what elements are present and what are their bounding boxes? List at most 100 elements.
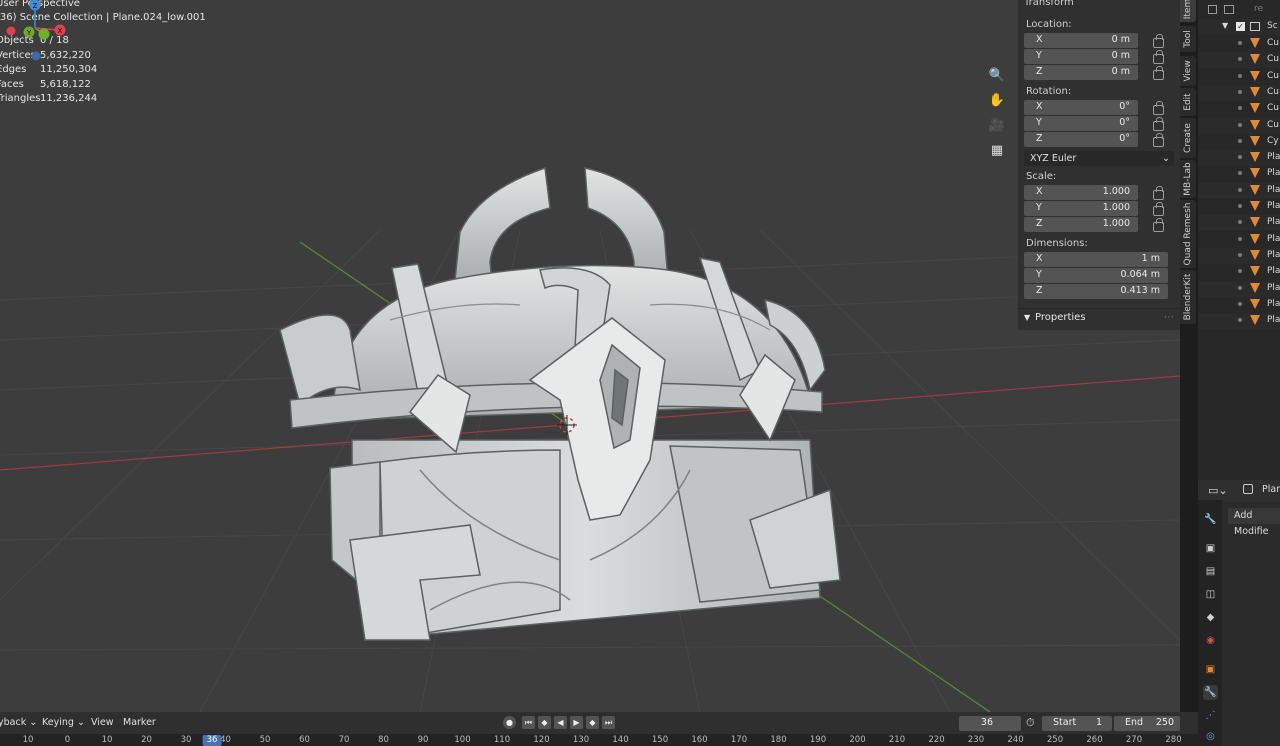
modifier-wrench-icon[interactable]: 🔧	[1203, 685, 1218, 700]
checkbox-icon[interactable]	[1208, 5, 1217, 14]
physics-icon[interactable]: ◎	[1203, 729, 1218, 744]
playhead-frame-indicator[interactable]: 36	[202, 735, 222, 746]
rotation-z-field[interactable]: Z 0°	[1024, 132, 1138, 147]
tab-view[interactable]: View	[1180, 56, 1196, 86]
rotation-mode-select[interactable]: XYZ Euler ⌄	[1024, 151, 1174, 166]
outliner-object-row[interactable]: Cu	[1198, 101, 1280, 117]
tab-blenderkit[interactable]: BlenderKit	[1180, 270, 1196, 324]
object-properties-icon[interactable]: ▣	[1203, 662, 1218, 677]
transform-section-title[interactable]: Transform	[1024, 0, 1074, 8]
outliner-row-scene-collection[interactable]: ▼ ✓ Sc	[1198, 19, 1280, 35]
play-icon[interactable]: ▶	[570, 716, 583, 729]
lock-icon[interactable]	[1153, 34, 1164, 48]
render-icon[interactable]: ▣	[1203, 541, 1218, 556]
dimensions-x-field[interactable]: X1 m	[1024, 252, 1168, 267]
pan-hand-icon[interactable]: ✋	[986, 89, 1008, 111]
view-layer-icon[interactable]: ◫	[1203, 587, 1218, 602]
outliner-object-row[interactable]: Cu	[1198, 84, 1280, 101]
scale-x-field[interactable]: X 1.000	[1024, 185, 1138, 200]
current-frame-field[interactable]: 36	[959, 716, 1021, 731]
mesh-object-icon	[1250, 315, 1260, 326]
outliner-object-row[interactable]: Cu	[1198, 52, 1280, 69]
lock-icon[interactable]	[1153, 101, 1164, 115]
location-x-field[interactable]: X0 m	[1024, 33, 1138, 48]
3d-viewport[interactable]: User Perspective (36) Scene Collection |…	[0, 0, 1180, 712]
dimensions-z-field[interactable]: Z 0.413 m	[1024, 284, 1168, 299]
outliner-object-row[interactable]: Pla	[1198, 182, 1280, 199]
add-modifier-button[interactable]: Add Modifie	[1228, 508, 1280, 537]
jump-end-icon[interactable]: ⏭	[602, 716, 615, 729]
outliner-object-row[interactable]: Pla	[1198, 280, 1280, 297]
lock-icon[interactable]	[1153, 66, 1164, 80]
outliner-row[interactable]: re	[1198, 2, 1280, 18]
lock-icon[interactable]	[1153, 186, 1164, 200]
outliner-object-row[interactable]: Cu	[1198, 69, 1280, 85]
perspective-grid-icon[interactable]: ▦	[986, 139, 1008, 161]
outliner-object-row[interactable]: Pla	[1198, 297, 1280, 313]
stopwatch-icon[interactable]: ⏱	[1026, 716, 1035, 730]
view-menu[interactable]: View	[91, 717, 114, 728]
zoom-icon[interactable]: 🔍	[986, 64, 1008, 86]
outliner[interactable]: re ▼ ✓ Sc Cu Cu Cu Cu Cu Cu Cy Pla Pla Pla Pla Pla P…	[1198, 0, 1280, 480]
lock-icon[interactable]	[1153, 218, 1164, 232]
lock-icon[interactable]	[1153, 50, 1164, 64]
location-z-field[interactable]: Z0 m	[1024, 65, 1138, 80]
drag-handle-icon[interactable]: ⋯	[1164, 312, 1174, 323]
jump-start-icon[interactable]: ⏮	[522, 716, 535, 729]
keying-menu[interactable]: Keying ⌄	[42, 717, 85, 728]
rotation-x-field[interactable]: X 0°	[1024, 100, 1138, 115]
lock-icon[interactable]	[1153, 202, 1164, 216]
outliner-object-row[interactable]: Pla	[1198, 313, 1280, 330]
outliner-object-row[interactable]: Pla	[1198, 215, 1280, 232]
prev-keyframe-icon[interactable]: ◆	[538, 716, 551, 729]
outliner-object-row[interactable]: Pla	[1198, 232, 1280, 248]
outliner-object-row[interactable]: Cy	[1198, 134, 1280, 150]
outliner-object-row[interactable]: Pla	[1198, 150, 1280, 167]
scale-z-field[interactable]: Z 1.000	[1024, 217, 1138, 232]
tab-create[interactable]: Create	[1180, 118, 1196, 158]
end-frame-field[interactable]: End 250	[1114, 716, 1180, 731]
properties-panel-header[interactable]: ▼ Properties ⋯	[1018, 308, 1180, 328]
tool-icon[interactable]: 🔧	[1203, 512, 1218, 527]
output-icon[interactable]: ▤	[1203, 564, 1218, 579]
tab-item[interactable]: Item	[1180, 0, 1196, 22]
particles-icon[interactable]: ⋰	[1203, 708, 1218, 723]
scene-icon[interactable]: ◆	[1203, 610, 1218, 625]
tab-edit[interactable]: Edit	[1180, 88, 1196, 116]
chest-model[interactable]	[279, 166, 841, 641]
lock-icon[interactable]	[1153, 117, 1164, 131]
outliner-object-row[interactable]: Pla	[1198, 247, 1280, 264]
scale-y-field[interactable]: Y 1.000	[1024, 201, 1138, 216]
location-y-field[interactable]: Y0 m	[1024, 49, 1138, 64]
object-name: Cu	[1267, 103, 1279, 114]
camera-icon[interactable]: 🎥	[986, 114, 1008, 136]
outliner-object-row[interactable]: Pla	[1198, 166, 1280, 182]
outliner-object-row[interactable]: Pla	[1198, 264, 1280, 280]
start-frame-field[interactable]: Start 1	[1042, 716, 1112, 731]
mesh-object-icon	[1250, 70, 1260, 81]
tab-tool[interactable]: Tool	[1180, 26, 1196, 52]
dimensions-y-field[interactable]: Y 0.064 m	[1024, 268, 1168, 283]
record-icon[interactable]: ●	[503, 716, 516, 729]
tab-quad-remesh[interactable]: Quad Remesh	[1180, 200, 1196, 268]
frame-ruler[interactable]: 10 0 10 20 30 40 50 60 70 80 90 100 110 120 130 140 150 1…	[0, 734, 1198, 746]
outliner-object-row[interactable]: Cu	[1198, 117, 1280, 134]
expand-arrow-icon[interactable]: ▼	[1222, 21, 1228, 30]
next-keyframe-icon[interactable]: ◆	[586, 716, 599, 729]
ruler-tick-label: 80	[378, 735, 389, 745]
editor-type-icon[interactable]: ▭⌄	[1208, 484, 1228, 497]
play-reverse-icon[interactable]: ◀	[554, 716, 567, 729]
outliner-object-row[interactable]: Cu	[1198, 36, 1280, 52]
tab-mb-lab[interactable]: MB-Lab	[1180, 160, 1196, 198]
object-name: Cu	[1267, 70, 1279, 81]
world-icon[interactable]: ◉	[1203, 633, 1218, 648]
rotation-y-field[interactable]: Y 0°	[1024, 116, 1138, 131]
object-name: Pla	[1267, 282, 1280, 293]
marker-menu[interactable]: Marker	[123, 717, 156, 728]
outliner-object-row[interactable]: Pla	[1198, 199, 1280, 215]
hierarchy-line-icon	[1238, 220, 1242, 225]
playback-menu[interactable]: yback ⌄	[0, 717, 37, 728]
lock-icon[interactable]	[1153, 133, 1164, 147]
navigation-gizmo[interactable]: Z Y X	[0, 0, 70, 70]
checkbox-checked-icon[interactable]: ✓	[1236, 22, 1245, 31]
